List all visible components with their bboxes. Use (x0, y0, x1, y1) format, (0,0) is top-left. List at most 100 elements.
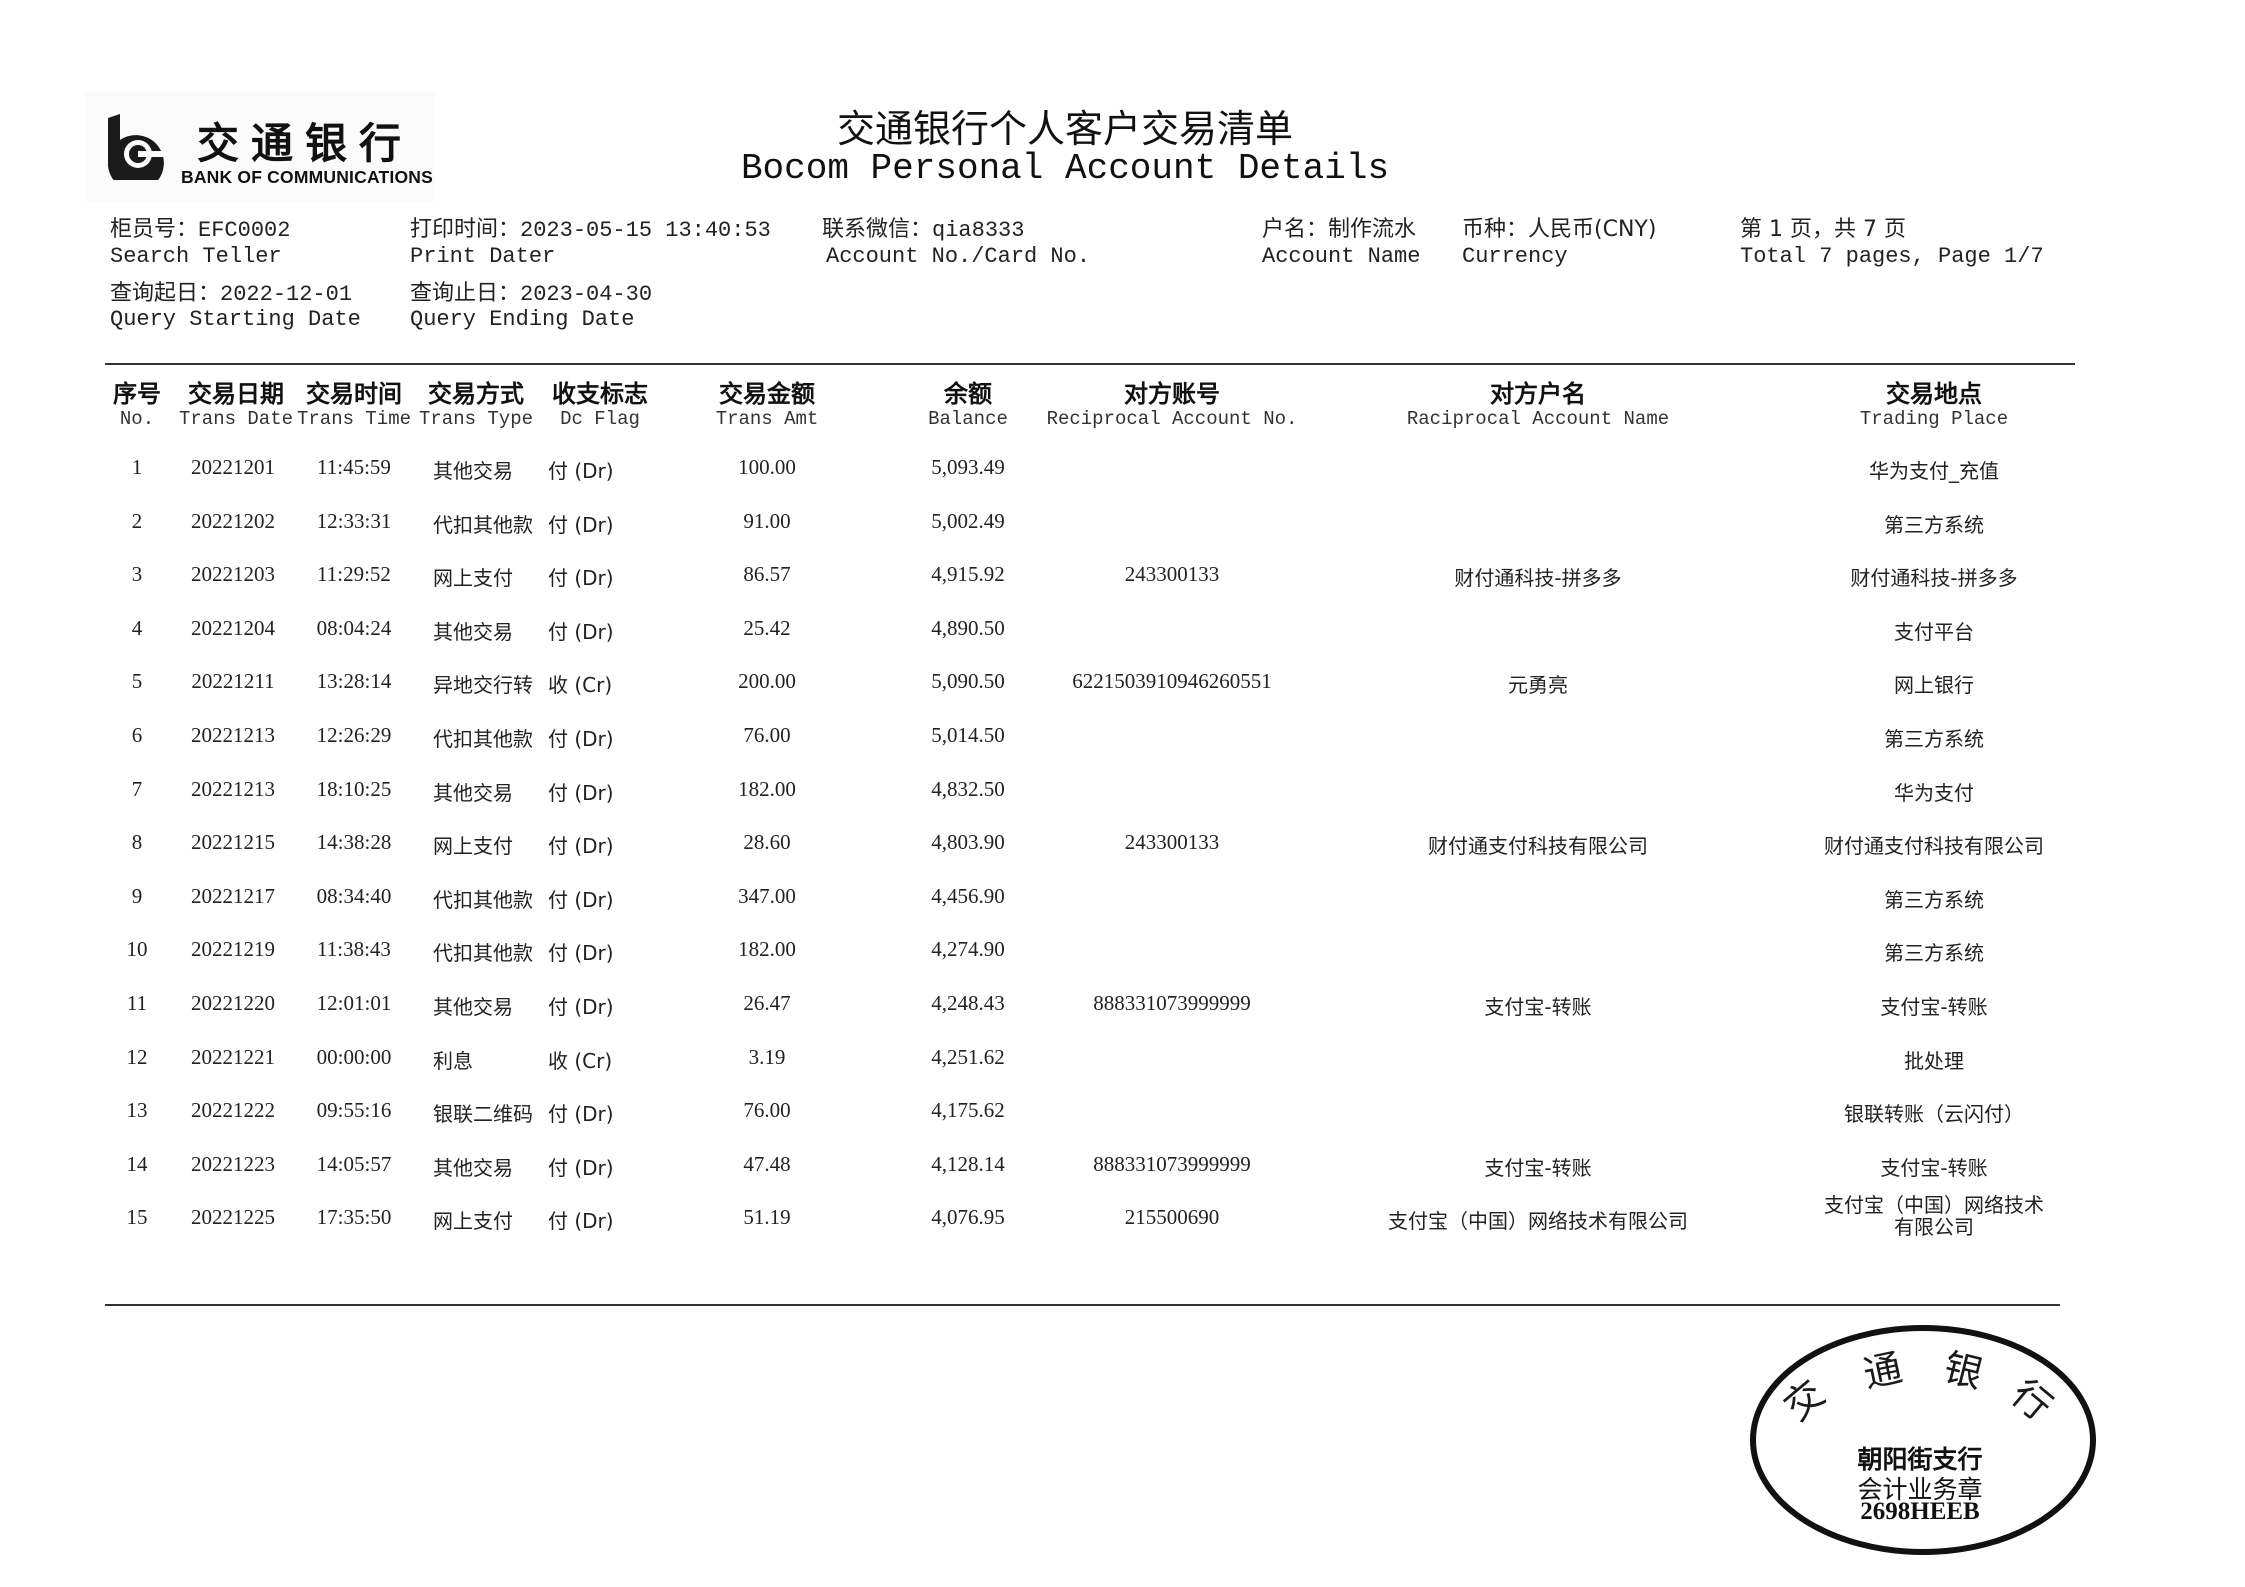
cell-type: 代扣其他款 (433, 941, 533, 966)
seal-code: 2698HEEB (1860, 1498, 1980, 1525)
cell-time: 12:33:31 (316, 508, 392, 533)
cell-type: 代扣其他款 (433, 887, 533, 912)
query-start-field: 查询起日：2022-12-01 (110, 275, 352, 307)
cell-type: 代扣其他款 (433, 512, 533, 537)
column-header-reciprocal-account-name: 对方户名 (1490, 380, 1586, 408)
column-header-trading-place: 交易地点 (1886, 380, 1982, 408)
cell-no: 3 (131, 562, 143, 587)
table-row: 5 20221211 13:28:14 异地交行转收 (Cr) 200.00 5,090.… (0, 669, 2245, 722)
cell-name: 支付宝-转账 (1484, 995, 1592, 1019)
cell-place: 支付平台 (1894, 619, 1974, 644)
account-name-label: 户名： (1262, 217, 1329, 242)
cell-date: 20221211 (191, 669, 275, 694)
cell-flag: 付 (Dr) (548, 887, 614, 912)
cell-bal: 4,832.50 (931, 776, 1005, 801)
cell-flag: 收 (Cr) (548, 1048, 613, 1073)
print-time-label: 打印时间： (410, 217, 521, 242)
cell-type: 其他交易 (433, 780, 513, 805)
cell-flag: 付 (Dr) (548, 1209, 614, 1234)
document-title-en: Bocom Personal Account Details (740, 148, 1390, 189)
account-name-label-en: Account Name (1262, 244, 1421, 269)
bank-seal-stamp: 交 通 银 行 朝阳街支行 会计业务章 2698HEEB (1745, 1318, 2105, 1568)
table-row: 7 20221213 18:10:25 其他交易 付 (Dr) 182.00 4,832.5… (0, 777, 2245, 830)
table-row: 13 20221222 09:55:16 银联二维码付 (Dr) 76.00 4,175.… (0, 1098, 2245, 1151)
table-row: 6 20221213 12:26:29 代扣其他款付 (Dr) 76.00 5,014.5… (0, 723, 2245, 776)
query-start-value: 2022-12-01 (220, 282, 353, 307)
teller-value: EFC0002 (198, 218, 291, 243)
print-time-value: 2023-05-15 13:40:53 (520, 218, 771, 243)
cell-place: 银联转账（云闪付） (1844, 1102, 2024, 1127)
cell-type: 其他交易 (433, 995, 513, 1019)
cell-no: 10 (126, 937, 148, 962)
cell-place: 华为支付_充值 (1869, 459, 1999, 483)
cell-bal: 4,274.90 (931, 937, 1005, 962)
table-row: 8 20221215 14:38:28 网上支付付 (Dr) 28.60 4,803.90… (0, 830, 2245, 883)
query-end-label: 查询止日： (410, 281, 521, 306)
cell-no: 7 (131, 776, 143, 801)
cell-no: 6 (131, 723, 143, 747)
page-indicator-en: Total 7 pages, Page 1/7 (1740, 244, 2044, 269)
cell-time: 12:01:01 (316, 991, 392, 1015)
wechat-label: 联系微信： (822, 217, 933, 242)
document-title-cn: 交通银行个人客户交易清单 (836, 107, 1293, 151)
table-row: 9 20221217 08:34:40 代扣其他款付 (Dr) 347.00 4,456.… (0, 884, 2245, 937)
cell-date: 20221213 (191, 723, 275, 747)
cell-date: 20221217 (191, 883, 275, 908)
cell-date: 20221219 (191, 937, 275, 962)
cell-amt: 347.00 (738, 883, 796, 908)
cell-place: 华为支付 (1894, 780, 1974, 805)
cell-date: 20221222 (191, 1098, 275, 1123)
cell-no: 11 (126, 991, 148, 1015)
cell-bal: 5,093.49 (931, 455, 1005, 479)
cell-amt: 51.19 (743, 1205, 791, 1230)
cell-flag: 付 (Dr) (548, 1102, 614, 1127)
cell-type: 网上支付 (433, 1209, 513, 1234)
teller-label-en: Search Teller (110, 244, 282, 269)
page-indicator-cn: 第 1 页，共 7 页 (1740, 217, 1906, 242)
cell-place: 第三方系统 (1884, 887, 1984, 912)
cell-acct: 888331073999999 (1093, 991, 1251, 1015)
wechat-value: qia8333 (932, 218, 1025, 243)
cell-place: 第三方系统 (1884, 941, 1984, 966)
cell-date: 20221202 (191, 508, 275, 533)
cell-time: 00:00:00 (316, 1044, 392, 1069)
column-header-reciprocal-account-no-en: Reciprocal Account No. (1046, 408, 1298, 430)
table-row: 10 20221219 11:38:43 代扣其他款付 (Dr) 182.00 4,274… (0, 937, 2245, 990)
cell-type: 网上支付 (433, 566, 513, 591)
cell-acct: 888331073999999 (1093, 1151, 1251, 1176)
cell-amt: 26.47 (743, 991, 791, 1015)
footer-divider (105, 1304, 2060, 1306)
cell-acct: 243300133 (1124, 830, 1220, 855)
cell-time: 08:34:40 (316, 883, 392, 908)
cell-flag: 付 (Dr) (548, 834, 614, 859)
cell-amt: 86.57 (743, 562, 791, 587)
cell-bal: 5,014.50 (931, 723, 1005, 747)
cell-flag: 付 (Dr) (548, 780, 614, 805)
cell-time: 12:26:29 (316, 723, 392, 747)
cell-amt: 76.00 (743, 1098, 791, 1123)
cell-no: 13 (126, 1098, 148, 1123)
column-header-reciprocal-account-no: 对方账号 (1124, 380, 1220, 408)
cell-date: 20221203 (191, 562, 275, 587)
cell-bal: 4,456.90 (931, 883, 1005, 908)
cell-flag: 付 (Dr) (548, 941, 614, 966)
cell-bal: 4,890.50 (931, 615, 1005, 640)
cell-bal: 4,175.62 (931, 1098, 1005, 1123)
table-row: 11 20221220 12:01:01 其他交易付 (Dr) 26.47 4,248.4… (0, 991, 2245, 1044)
cell-date: 20221204 (191, 615, 275, 640)
cell-no: 12 (126, 1044, 148, 1069)
query-end-label-en: Query Ending Date (410, 307, 635, 332)
cell-time: 08:04:24 (316, 615, 392, 640)
cell-no: 15 (126, 1205, 148, 1230)
table-row: 15 20221225 17:35:50 网上支付付 (Dr) 51.19 4,076.9… (0, 1194, 2245, 1258)
cell-acct: 215500690 (1124, 1205, 1220, 1230)
currency-label: 币种： (1462, 217, 1529, 242)
cell-flag: 付 (Dr) (548, 619, 614, 644)
cell-place: 支付宝-转账 (1880, 995, 1988, 1019)
cell-no: 2 (131, 508, 143, 533)
cell-type: 异地交行转 (433, 673, 533, 698)
query-end-field: 查询止日：2023-04-30 (410, 275, 652, 307)
cell-amt: 25.42 (743, 615, 791, 640)
cell-time: 18:10:25 (316, 776, 392, 801)
cell-name: 财付通支付科技有限公司 (1428, 834, 1648, 859)
